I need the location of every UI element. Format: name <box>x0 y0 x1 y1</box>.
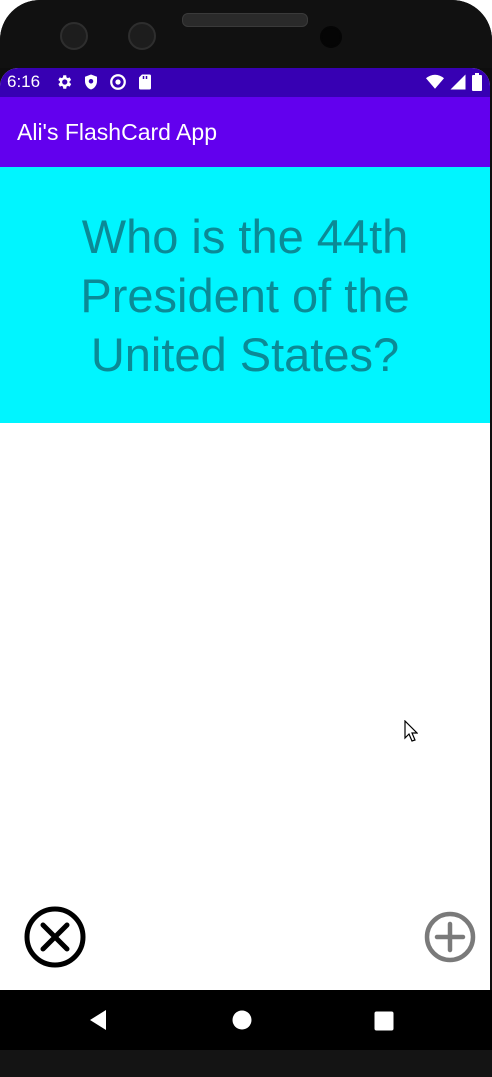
close-circle-icon <box>24 906 86 968</box>
back-icon[interactable] <box>88 1009 108 1036</box>
sd-card-icon <box>136 73 154 91</box>
app-screen: 6:16 Ali's FlashCard App Who is the 44th… <box>0 68 490 990</box>
shield-icon <box>82 73 100 91</box>
signal-icon <box>449 73 467 91</box>
home-icon[interactable] <box>232 1010 252 1035</box>
sync-icon <box>109 73 127 91</box>
app-bar: Ali's FlashCard App <box>0 97 490 167</box>
cancel-button[interactable] <box>24 906 86 968</box>
battery-icon <box>472 73 482 91</box>
flashcard-question[interactable]: Who is the 44th President of the United … <box>0 167 490 423</box>
app-title: Ali's FlashCard App <box>17 119 217 145</box>
bottom-bezel <box>0 1050 492 1077</box>
front-sensor <box>128 22 156 50</box>
wifi-icon <box>426 73 444 91</box>
notification-icons <box>55 73 154 91</box>
system-icons <box>426 73 482 91</box>
phone-frame: 6:16 Ali's FlashCard App Who is the 44th… <box>0 0 492 1077</box>
add-circle-icon <box>424 911 476 963</box>
question-text: Who is the 44th President of the United … <box>80 209 410 381</box>
status-time: 6:16 <box>7 72 41 91</box>
top-bezel <box>0 0 492 68</box>
front-camera <box>60 22 88 50</box>
gear-icon <box>55 73 73 91</box>
status-bar: 6:16 <box>0 68 490 97</box>
earpiece-speaker <box>182 13 308 27</box>
proximity-sensor <box>320 26 342 48</box>
add-card-button[interactable] <box>424 911 476 963</box>
recent-apps-icon[interactable] <box>374 1011 394 1036</box>
mouse-cursor-icon <box>404 719 419 747</box>
navigation-bar <box>0 990 492 1050</box>
